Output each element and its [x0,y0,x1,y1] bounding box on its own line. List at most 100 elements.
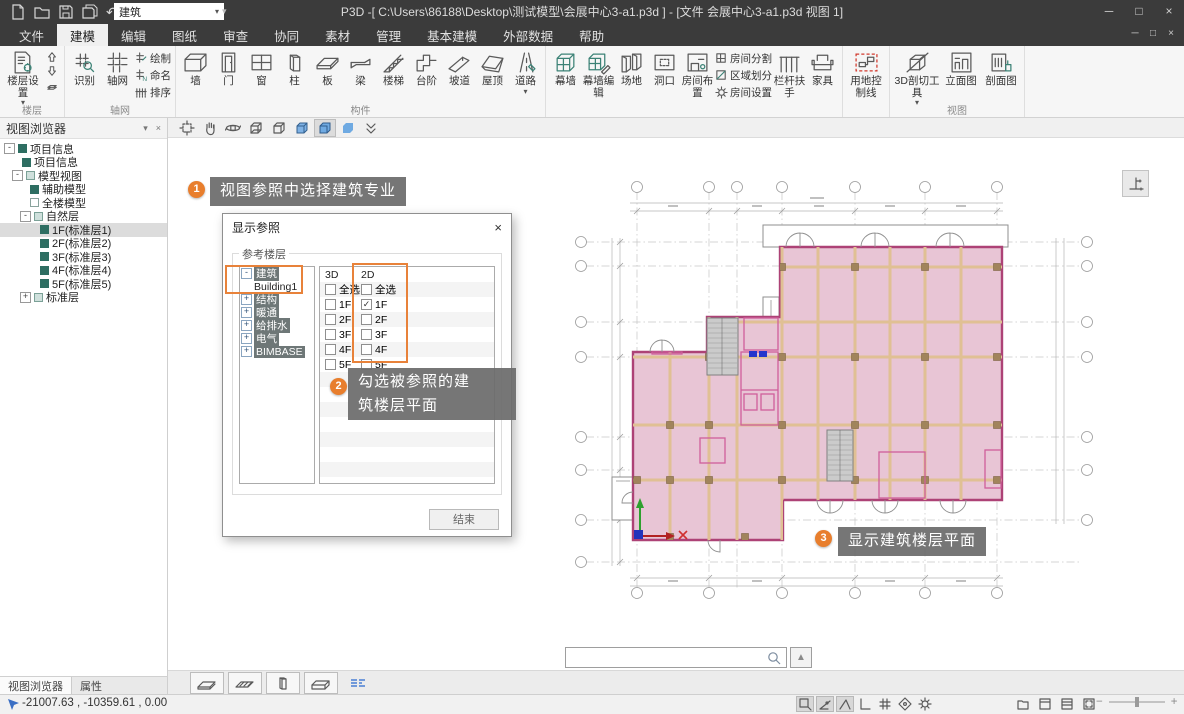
quick-axis-button[interactable] [344,673,374,693]
tree-electrical[interactable]: +电气 [240,332,314,345]
expand-icon[interactable]: + [241,346,252,357]
tree-floor-5f[interactable]: 5F(标准层5) [0,277,167,291]
zoom-slider[interactable] [1109,701,1165,703]
beam-button[interactable]: 梁 [344,48,377,88]
window-layout-button[interactable] [1036,696,1054,712]
menu-file[interactable]: 文件 [6,24,57,46]
furniture-button[interactable]: 家具 [806,48,839,88]
menu-review[interactable]: 审查 [210,24,261,46]
open-file-icon[interactable] [34,4,50,20]
section-3d-tool-button[interactable]: 3D剖切工具 ▾ [893,48,941,108]
menu-external-data[interactable]: 外部数据 [490,24,566,46]
curtain-wall-button[interactable]: 幕墙 [549,48,582,88]
shaded-edges-view-button[interactable] [291,119,313,137]
zoom-out-button[interactable]: − [1096,696,1103,708]
settings-gear-icon[interactable] [916,696,934,712]
collapse-icon[interactable]: - [4,143,15,154]
window-button[interactable]: 窗 [245,48,278,88]
floor-copy-button[interactable] [44,78,60,92]
section-view-button[interactable]: 剖面图 [981,48,1021,88]
steps-button[interactable]: 台阶 [410,48,443,88]
close-button[interactable]: × [1154,0,1184,24]
site-button[interactable]: 场地 [615,48,648,88]
menu-edit[interactable]: 编辑 [108,24,159,46]
tree-project-info-root[interactable]: -项目信息 [0,142,167,156]
panel-close-icon[interactable]: × [156,123,161,133]
hidden-line-view-button[interactable] [268,119,290,137]
opening-button[interactable]: 洞口 [648,48,681,88]
expand-icon[interactable]: + [241,320,252,331]
quick-column-button[interactable] [266,672,300,694]
navigation-button[interactable] [896,696,914,712]
axis-grid-button[interactable]: 轴网 [101,48,134,88]
command-search-input[interactable] [565,647,787,668]
menu-collaborate[interactable]: 协同 [261,24,312,46]
menu-manage[interactable]: 管理 [363,24,414,46]
expand-icon[interactable]: + [241,333,252,344]
new-view-button[interactable] [1014,696,1032,712]
panel-dropdown-icon[interactable]: ▾ [143,123,148,134]
more-view-tools-button[interactable] [360,119,382,137]
floor-settings-button[interactable]: 楼层设置 ▾ [3,48,43,108]
orbit-button[interactable] [222,119,244,137]
command-history-button[interactable]: ▲ [790,647,812,668]
pan-button[interactable] [199,119,221,137]
discipline-combo[interactable]: 建筑 ▾ [114,3,224,20]
view-orientation-button[interactable] [1122,170,1149,197]
doc-minimize-button[interactable]: ─ [1126,24,1144,46]
wireframe-view-button[interactable] [245,119,267,137]
minimize-button[interactable]: ─ [1094,0,1124,24]
quick-wall-button[interactable] [304,672,338,694]
curtain-wall-edit-button[interactable]: 幕墙编辑 [582,48,615,99]
shaded-view-button[interactable] [314,119,336,137]
tree-whole-building-model[interactable]: 全楼模型 [0,196,167,210]
railing-button[interactable]: 栏杆扶手 [773,48,806,99]
expand-icon[interactable]: + [241,307,252,318]
view-list-button[interactable] [1058,696,1076,712]
name-axis-button[interactable]: N命名 [135,67,171,84]
maximize-button[interactable]: □ [1124,0,1154,24]
room-layout-button[interactable]: 房间布置 [681,48,714,99]
zoom-slider-knob[interactable] [1135,697,1139,707]
dialog-title-bar[interactable]: 显示参照 × [223,214,511,240]
polar-tracking-button[interactable] [816,696,834,712]
draw-axis-button[interactable]: 绘制 [135,50,171,67]
expand-icon[interactable]: + [20,292,31,303]
zone-divide-button[interactable]: 区域划分 [715,67,772,84]
tree-bimbase[interactable]: +BIMBASE [240,345,314,358]
identify-button[interactable]: 识别 [68,48,101,88]
wall-button[interactable]: 墙 [179,48,212,88]
quick-beam-button[interactable] [228,672,262,694]
new-file-icon[interactable] [10,4,26,20]
zoom-extents-button[interactable] [176,119,198,137]
grid-display-button[interactable] [876,696,894,712]
tab-properties[interactable]: 属性 [72,677,110,694]
slab-button[interactable]: 板 [311,48,344,88]
checkbox-3d-all[interactable] [325,284,336,295]
dialog-close-icon[interactable]: × [494,220,502,235]
room-settings-button[interactable]: 房间设置 [715,84,772,101]
roof-button[interactable]: 屋顶 [476,48,509,88]
tab-view-browser[interactable]: 视图浏览器 [0,677,72,694]
save-all-icon[interactable] [82,4,98,20]
ramp-button[interactable]: 坡道 [443,48,476,88]
quick-slab-button[interactable] [190,672,224,694]
menu-drawing[interactable]: 图纸 [159,24,210,46]
menu-material[interactable]: 素材 [312,24,363,46]
menu-help[interactable]: 帮助 [566,24,617,46]
ortho-mode-button[interactable] [856,696,874,712]
collapse-icon[interactable]: - [20,211,31,222]
menu-modeling[interactable]: 建模 [57,24,108,46]
floor-up-button[interactable] [44,50,60,64]
checkbox-3d-2f[interactable] [325,314,336,325]
land-control-line-button[interactable]: 用地控制线 [846,48,886,99]
realistic-view-button[interactable] [337,119,359,137]
tree-project-info[interactable]: 项目信息 [0,156,167,170]
room-split-button[interactable]: 房间分割 [715,50,772,67]
elevation-view-button[interactable]: 立面图 [941,48,981,88]
stair-button[interactable]: 楼梯 [377,48,410,88]
checkbox-3d-5f[interactable] [325,359,336,370]
doc-close-button[interactable]: × [1162,24,1180,46]
sort-axis-button[interactable]: 排序 [135,84,171,101]
object-snap-tracking-button[interactable] [836,696,854,712]
